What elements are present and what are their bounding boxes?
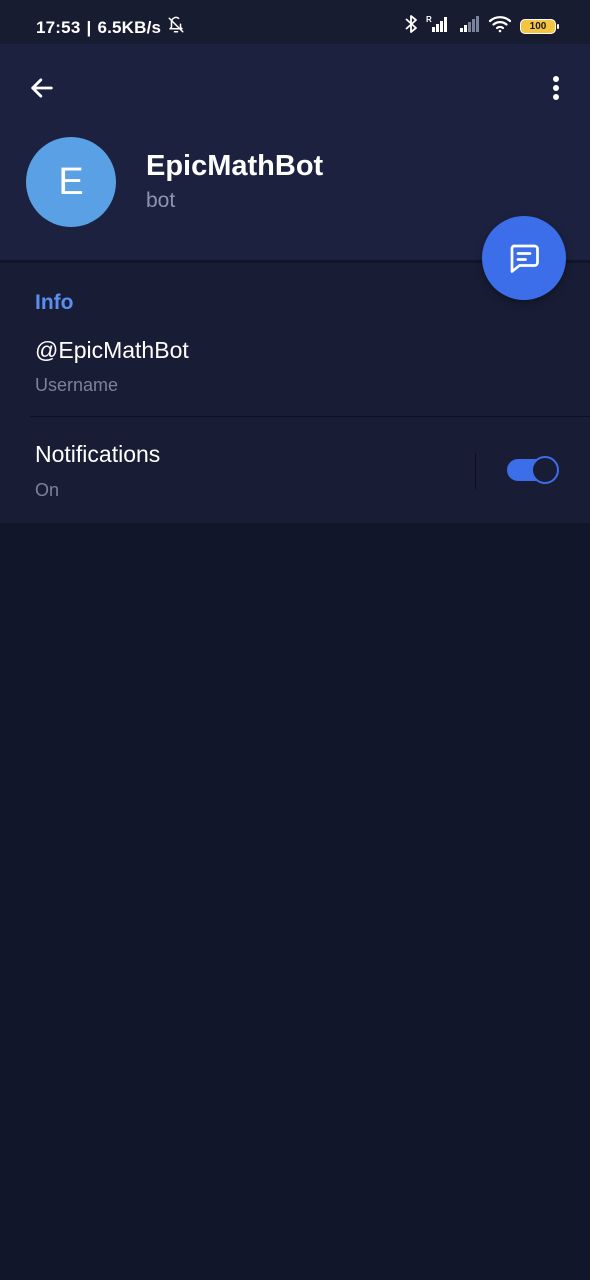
profile-name: EpicMathBot xyxy=(146,150,324,182)
message-icon xyxy=(510,244,539,273)
username-value[interactable]: @EpicMathBot xyxy=(35,337,189,364)
status-separator: | xyxy=(86,17,92,37)
arrow-left-icon xyxy=(31,78,53,98)
status-right: R 100 xyxy=(404,14,559,39)
signal-r-icon: R xyxy=(426,14,450,39)
wifi-icon xyxy=(488,14,512,39)
signal-icon xyxy=(458,14,480,39)
status-left: 17:53 | 6.5KB/s xyxy=(36,16,185,39)
battery-icon: 100 xyxy=(520,19,559,34)
mute-bell-icon xyxy=(167,16,185,39)
status-time: 17:53 xyxy=(36,17,81,37)
vertical-divider xyxy=(475,453,476,489)
send-message-button[interactable] xyxy=(482,216,566,300)
status-bar: 17:53 | 6.5KB/s R 100 xyxy=(0,0,590,44)
notifications-status: On xyxy=(35,480,60,500)
avatar[interactable]: E xyxy=(26,137,116,227)
info-section: Info @EpicMathBot Username Notifications… xyxy=(0,263,590,523)
status-speed: 6.5KB/s xyxy=(97,17,162,37)
notifications-toggle[interactable] xyxy=(507,456,559,484)
divider xyxy=(30,416,590,417)
back-button[interactable] xyxy=(22,68,62,108)
avatar-letter: E xyxy=(58,160,84,203)
battery-level: 100 xyxy=(529,21,547,32)
more-options-button[interactable] xyxy=(542,68,570,108)
profile-status: bot xyxy=(146,189,176,212)
toggle-knob xyxy=(531,456,559,484)
username-label: Username xyxy=(35,375,119,395)
more-vertical-icon xyxy=(553,76,559,100)
svg-text:R: R xyxy=(426,15,432,24)
bluetooth-icon xyxy=(404,14,418,39)
notifications-title[interactable]: Notifications xyxy=(35,441,160,468)
info-section-title: Info xyxy=(35,291,74,314)
